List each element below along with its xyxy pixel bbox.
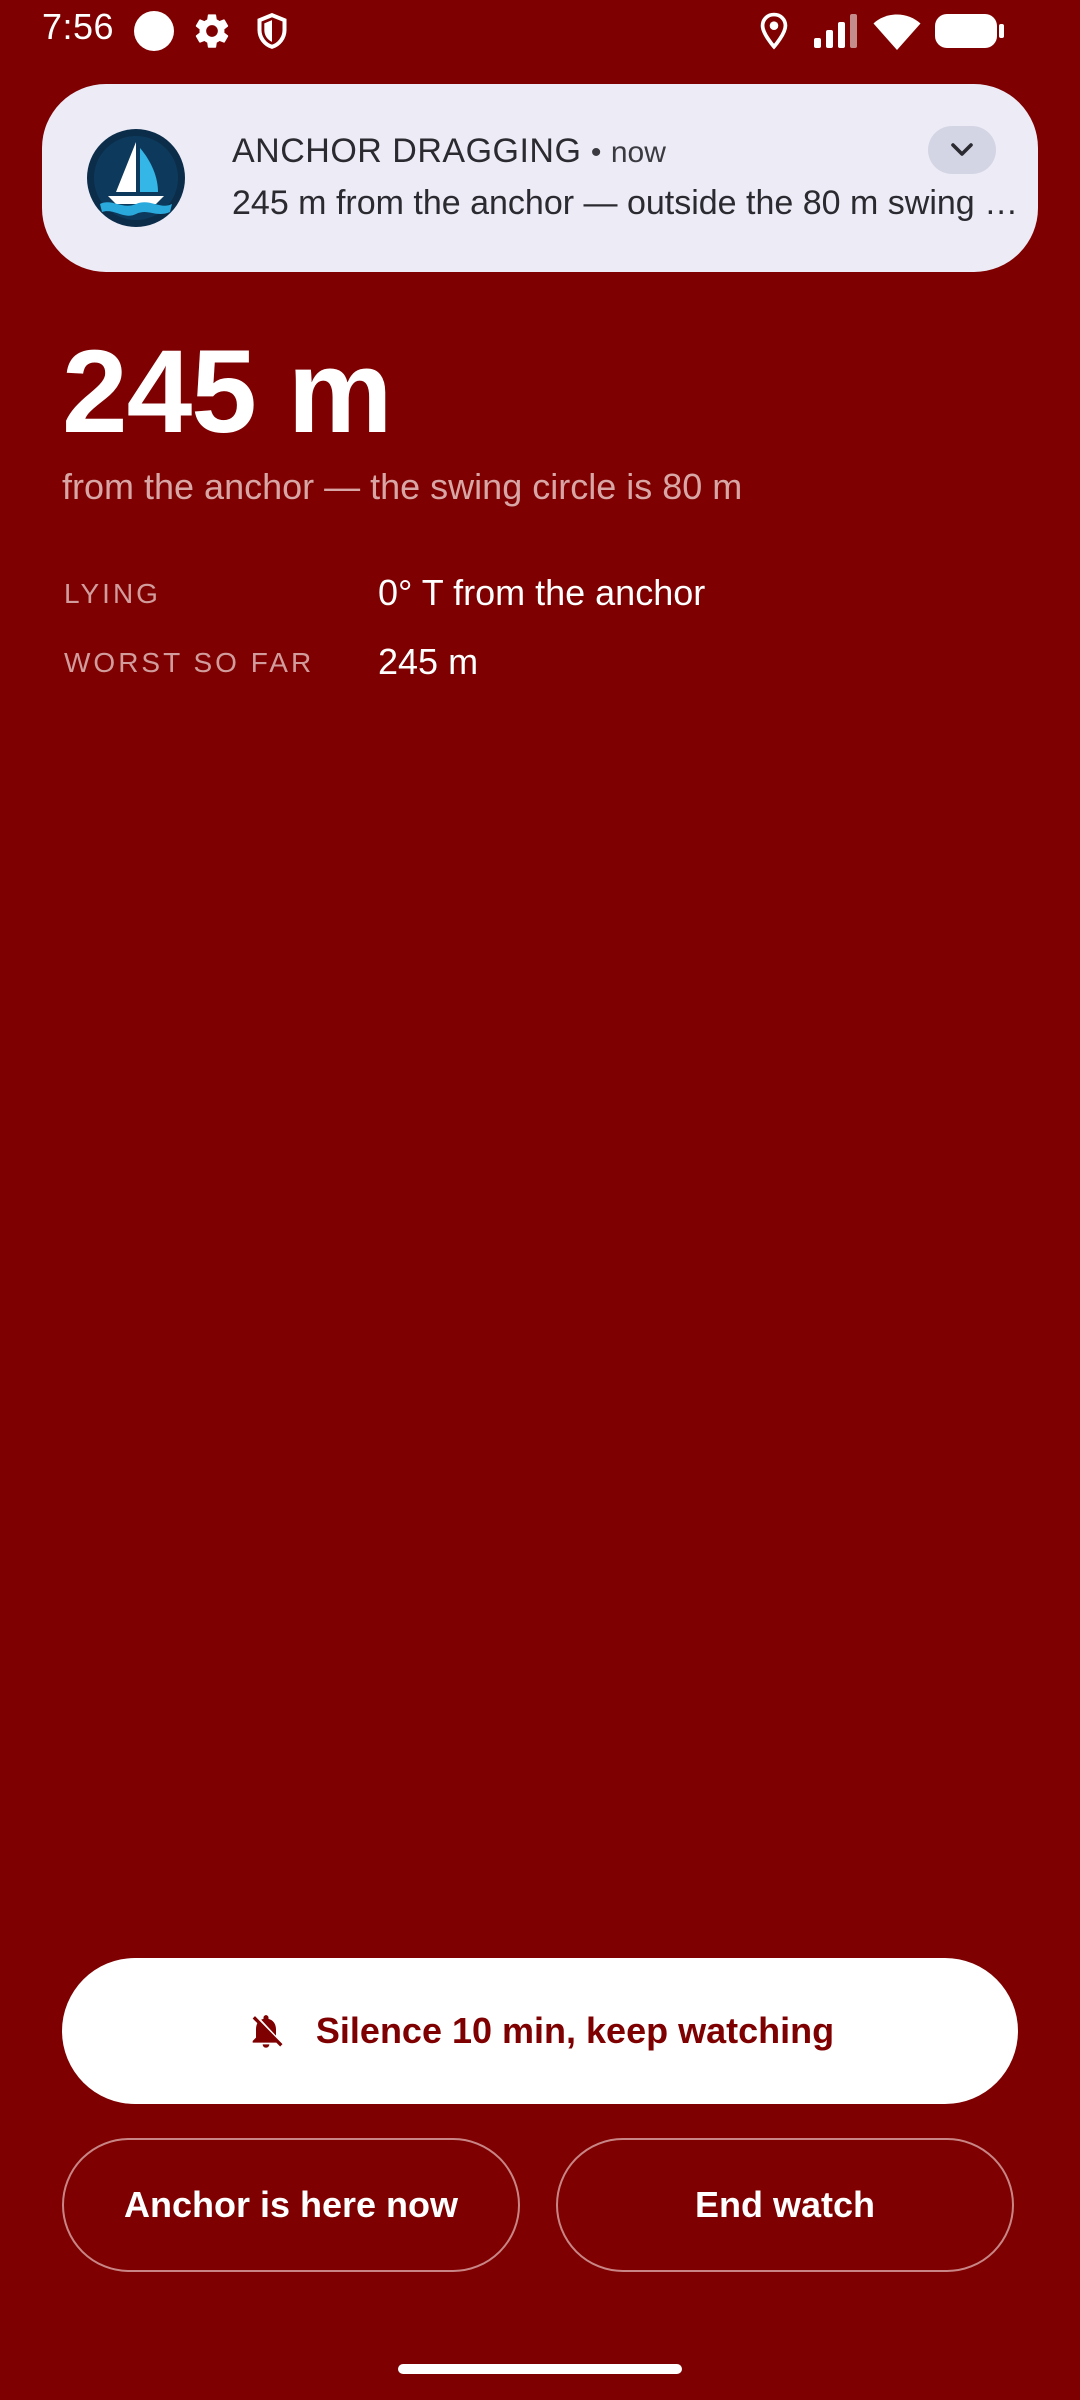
silence-button-label: Silence 10 min, keep watching bbox=[315, 2010, 835, 2051]
status-time: 7:56 bbox=[42, 6, 115, 47]
anchor-here-button-label: Anchor is here now bbox=[123, 2184, 459, 2225]
worst-so-far-label: WORST SO FAR bbox=[64, 647, 315, 678]
worst-so-far-value: 245 m bbox=[378, 641, 479, 682]
notification-expand-button[interactable] bbox=[928, 126, 996, 174]
location-icon bbox=[760, 12, 788, 50]
bell-off-icon bbox=[252, 2015, 283, 2048]
distance-readout: 245 m bbox=[62, 326, 393, 458]
lying-value: 0° T from the anchor bbox=[378, 572, 706, 613]
battery-icon bbox=[935, 14, 1004, 48]
sailboat-logo-icon bbox=[87, 129, 185, 227]
notification-app-name: ANCHOR DRAGGING bbox=[232, 132, 582, 170]
cell-signal-icon bbox=[814, 14, 857, 48]
end-watch-button-label: End watch bbox=[694, 2184, 876, 2225]
notification-time: now bbox=[610, 136, 666, 169]
settings-gear-icon bbox=[195, 14, 229, 48]
distance-subtitle: from the anchor — the swing circle is 80… bbox=[62, 466, 743, 507]
shield-icon bbox=[257, 13, 287, 49]
notification-title-row: ANCHOR DRAGGING • now bbox=[232, 132, 666, 171]
wifi-icon bbox=[873, 14, 921, 50]
status-bar: 7:56 bbox=[0, 0, 1080, 62]
silence-button[interactable]: Silence 10 min, keep watching bbox=[62, 1958, 1018, 2104]
lying-label: LYING bbox=[64, 578, 161, 609]
notification-dot-icon bbox=[134, 11, 174, 51]
anchor-here-button[interactable]: Anchor is here now bbox=[62, 2138, 520, 2272]
home-indicator[interactable] bbox=[398, 2364, 682, 2374]
notification-body: 245 m from the anchor — outside the 80 m… bbox=[232, 184, 1022, 222]
heads-up-notification[interactable]: ANCHOR DRAGGING • now 245 m from the anc… bbox=[42, 84, 1038, 272]
chevron-down-icon bbox=[951, 143, 973, 156]
notification-separator: • bbox=[590, 136, 602, 169]
end-watch-button[interactable]: End watch bbox=[556, 2138, 1014, 2272]
